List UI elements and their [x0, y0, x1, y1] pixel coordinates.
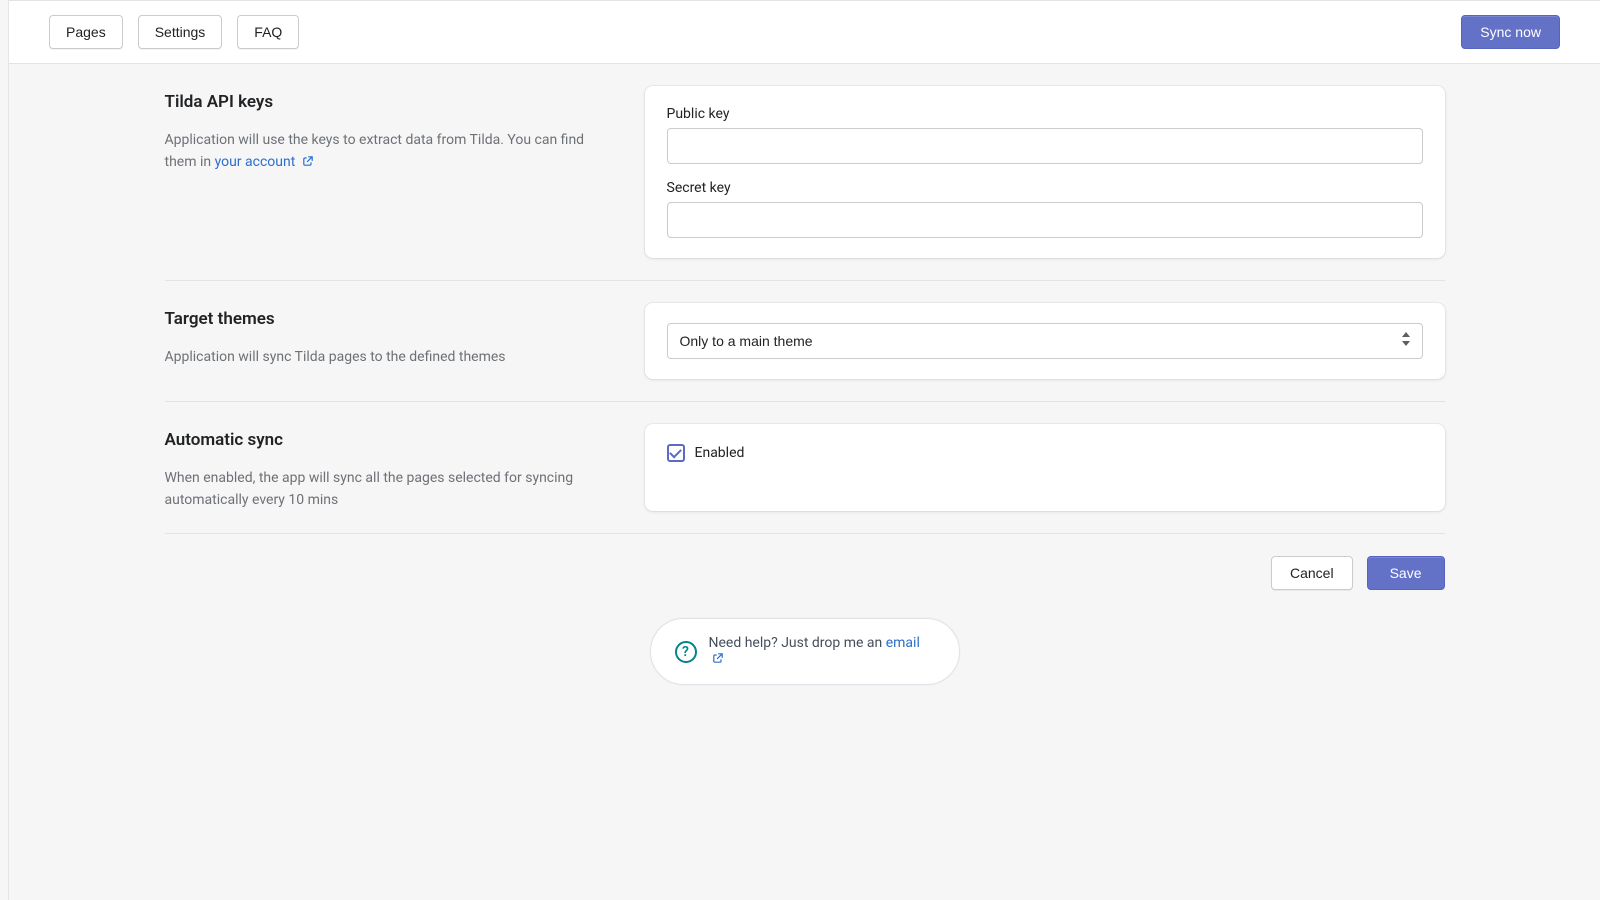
auto-sync-card: Enabled — [645, 424, 1445, 511]
public-key-input[interactable] — [667, 128, 1423, 164]
target-theme-select[interactable]: Only to a main theme — [667, 323, 1423, 359]
sync-now-button[interactable]: Sync now — [1461, 15, 1560, 49]
secret-key-input[interactable] — [667, 202, 1423, 238]
tab-faq[interactable]: FAQ — [237, 15, 299, 49]
tabs-group: Pages Settings FAQ — [49, 15, 299, 49]
help-text: Need help? Just drop me an email — [709, 635, 935, 668]
help-text-leading: Need help? Just drop me an — [709, 635, 886, 651]
public-key-label: Public key — [667, 106, 1423, 122]
auto-sync-desc: When enabled, the app will sync all the … — [165, 468, 605, 511]
secret-key-label: Secret key — [667, 180, 1423, 196]
your-account-link-text: your account — [215, 154, 296, 170]
tab-pages[interactable]: Pages — [49, 15, 123, 49]
footer-actions: Cancel Save — [165, 534, 1445, 590]
help-icon: ? — [675, 641, 697, 663]
section-target-themes: Target themes Application will sync Tild… — [165, 281, 1445, 401]
your-account-link[interactable]: your account — [215, 154, 314, 170]
target-themes-card: Only to a main theme — [645, 303, 1445, 379]
external-link-icon — [302, 153, 314, 175]
external-link-icon — [712, 652, 724, 668]
cancel-button[interactable]: Cancel — [1271, 556, 1353, 590]
help-email-link-text: email — [886, 635, 920, 651]
tab-settings[interactable]: Settings — [138, 15, 223, 49]
enabled-checkbox[interactable] — [667, 444, 685, 462]
save-button[interactable]: Save — [1367, 556, 1445, 590]
enabled-label: Enabled — [695, 445, 745, 461]
target-themes-title: Target themes — [165, 309, 605, 329]
api-keys-desc: Application will use the keys to extract… — [165, 130, 605, 174]
top-bar: Pages Settings FAQ Sync now — [9, 1, 1600, 64]
target-themes-desc: Application will sync Tilda pages to the… — [165, 347, 605, 369]
section-automatic-sync: Automatic sync When enabled, the app wil… — [165, 402, 1445, 533]
section-api-keys: Tilda API keys Application will use the … — [165, 64, 1445, 280]
api-keys-card: Public key Secret key — [645, 86, 1445, 258]
api-keys-title: Tilda API keys — [165, 92, 605, 112]
auto-sync-title: Automatic sync — [165, 430, 605, 450]
help-banner: ? Need help? Just drop me an email — [650, 618, 960, 685]
